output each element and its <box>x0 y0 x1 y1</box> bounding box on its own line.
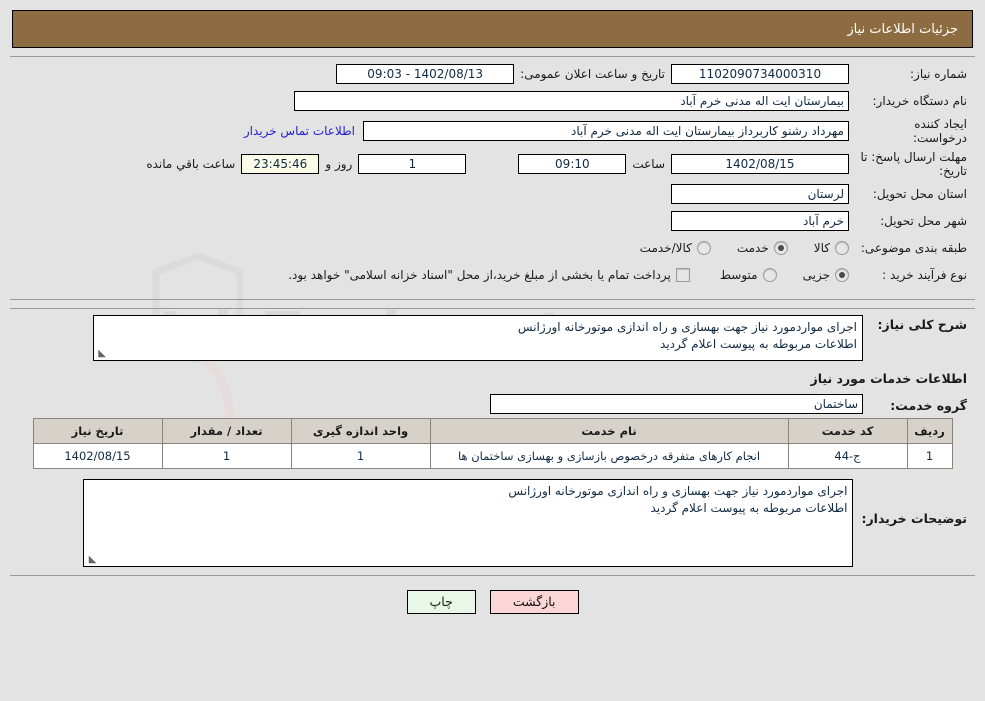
checkbox-icon[interactable] <box>675 268 690 282</box>
city-label: شهر محل تحویل: <box>880 214 967 228</box>
buyer-notes-text: اجرای مواردمورد نیاز جهت بهسازی و راه ان… <box>508 484 848 515</box>
row-process-type: نوع فرآیند خرید : جزیی متوسط پرداخت تمام… <box>18 264 967 286</box>
services-section-title: اطلاعات خدمات مورد نیاز <box>810 371 968 386</box>
cell-service-code: ج-44 <box>787 443 908 469</box>
buyer-notes-label: توضیحات خریدار: <box>861 511 967 526</box>
category-option-label: کالا <box>813 241 830 255</box>
requester-label: ایجاد کننده درخواست: <box>913 117 967 145</box>
province-label: استان محل تحویل: <box>872 187 967 201</box>
deadline-label: مهلت ارسال پاسخ: تا تاریخ: <box>860 150 967 178</box>
remaining-label: ساعت باقي مانده <box>146 157 236 171</box>
cell-quantity: 1 <box>161 443 292 469</box>
col-service-code: کد خدمت <box>787 418 908 444</box>
need-number-field[interactable]: 1102090734000310 <box>671 64 849 84</box>
treasury-checkbox[interactable]: پرداخت تمام یا بخشی از مبلغ خرید،از محل … <box>288 268 690 282</box>
row-city: شهر محل تحویل: خرم آباد <box>18 210 967 232</box>
city-field[interactable]: خرم آباد <box>671 211 849 231</box>
page-header: جزئیات اطلاعات نیاز <box>12 10 973 48</box>
requester-field[interactable]: مهرداد رشنو کاربرداز بیمارستان ایت اله م… <box>363 121 849 141</box>
services-panel: شرح کلی نیاز: اجرای مواردمورد نیاز جهت ب… <box>10 308 975 576</box>
page-title: جزئیات اطلاعات نیاز <box>847 21 958 37</box>
row-deadline: مهلت ارسال پاسخ: تا تاریخ: 1402/08/15 سا… <box>18 150 967 178</box>
radio-icon[interactable] <box>835 241 849 255</box>
cell-unit: 1 <box>290 443 431 469</box>
process-radio-group: جزیی متوسط <box>694 268 849 282</box>
buyer-org-field[interactable]: بیمارستان ایت اله مدنی خرم آباد <box>294 91 849 111</box>
service-group-field[interactable]: ساختمان <box>490 394 863 414</box>
cell-need-date: 1402/08/15 <box>32 443 163 469</box>
category-radio-kala[interactable]: کالا <box>814 241 849 255</box>
resize-grip-icon[interactable]: ◣ <box>86 555 97 565</box>
buyer-notes-textarea[interactable]: اجرای مواردمورد نیاز جهت بهسازی و راه ان… <box>83 479 854 567</box>
remaining-days-field: 1 <box>358 154 467 174</box>
service-group-label: گروه خدمت: <box>890 397 967 413</box>
row-buyer-notes: توضیحات خریدار: اجرای مواردمورد نیاز جهت… <box>18 479 967 567</box>
need-info-panel: شماره نیاز: 1102090734000310 تاریخ و ساع… <box>10 56 975 300</box>
row-requester: ایجاد کننده درخواست: مهرداد رشنو کاربردا… <box>18 117 967 145</box>
back-button[interactable]: بازگشت <box>489 590 579 614</box>
radio-icon[interactable] <box>762 268 777 282</box>
col-quantity: تعداد / مقدار <box>161 418 292 444</box>
radio-icon[interactable] <box>773 241 788 255</box>
table-row: 1 ج-44 انجام کارهای متفرقه درخصوص بازساز… <box>32 443 953 469</box>
days-label: روز و <box>325 157 353 171</box>
public-announce-field[interactable]: 1402/08/13 - 09:03 <box>336 64 515 84</box>
general-description-label: شرح کلی نیاز: <box>877 317 967 332</box>
radio-icon[interactable] <box>835 268 849 282</box>
services-table: ردیف کد خدمت نام خدمت واحد اندازه گیری ت… <box>32 418 953 469</box>
category-label: طبقه بندی موضوعی: <box>860 241 967 255</box>
category-radio-khedmat[interactable]: خدمت <box>737 241 788 255</box>
general-description-textarea[interactable]: اجرای مواردمورد نیاز جهت بهسازی و راه ان… <box>93 315 863 361</box>
row-general-description: شرح کلی نیاز: اجرای مواردمورد نیاز جهت ب… <box>18 315 967 361</box>
category-option-label: خدمت <box>736 241 769 255</box>
process-option-label: متوسط <box>719 268 758 282</box>
buyer-org-label: نام دستگاه خریدار: <box>872 94 968 108</box>
category-radio-group: کالا خدمت کالا/خدمت <box>614 241 849 255</box>
cell-service-name: انجام کارهای متفرقه درخصوص بازسازی و بهس… <box>429 443 789 469</box>
deadline-date-field[interactable]: 1402/08/15 <box>671 154 849 174</box>
col-service-name: نام خدمت <box>429 418 789 444</box>
buyer-contact-link[interactable]: اطلاعات تماس خریدار <box>236 124 363 138</box>
category-radio-kala-khedmat[interactable]: کالا/خدمت <box>640 241 711 255</box>
remaining-time-field: 23:45:46 <box>241 154 320 174</box>
category-option-label: کالا/خدمت <box>639 241 692 255</box>
row-province: استان محل تحویل: لرستان <box>18 183 967 205</box>
col-unit: واحد اندازه گیری <box>290 418 431 444</box>
col-row-no: ردیف <box>906 418 953 444</box>
treasury-checkbox-label: پرداخت تمام یا بخشی از مبلغ خرید،از محل … <box>288 268 671 282</box>
cell-row-no: 1 <box>906 443 953 469</box>
process-label: نوع فرآیند خرید : <box>882 268 967 282</box>
footer-buttons: بازگشت چاپ <box>0 590 985 614</box>
col-need-date: تاریخ نیاز <box>32 418 163 444</box>
deadline-hour-field[interactable]: 09:10 <box>518 154 627 174</box>
general-description-text: اجرای مواردمورد نیاز جهت بهسازی و راه ان… <box>517 320 857 351</box>
radio-icon[interactable] <box>696 241 711 255</box>
hour-label: ساعت <box>632 157 665 171</box>
process-radio-jozei[interactable]: جزیی <box>803 268 849 282</box>
resize-grip-icon[interactable]: ◣ <box>96 349 106 359</box>
need-number-label: شماره نیاز: <box>910 67 967 81</box>
row-buyer-org: نام دستگاه خریدار: بیمارستان ایت اله مدن… <box>18 90 967 112</box>
process-option-label: جزیی <box>802 268 830 282</box>
process-radio-motavaset[interactable]: متوسط <box>720 268 777 282</box>
print-button[interactable]: چاپ <box>406 590 476 614</box>
public-announce-label: تاریخ و ساعت اعلان عمومی: <box>520 67 665 81</box>
row-service-group: گروه خدمت: ساختمان <box>18 394 967 414</box>
table-header-row: ردیف کد خدمت نام خدمت واحد اندازه گیری ت… <box>32 418 953 444</box>
row-category: طبقه بندی موضوعی: کالا خدمت کالا/خدمت <box>18 237 967 259</box>
row-need-number: شماره نیاز: 1102090734000310 تاریخ و ساع… <box>18 63 967 85</box>
province-field[interactable]: لرستان <box>671 184 849 204</box>
